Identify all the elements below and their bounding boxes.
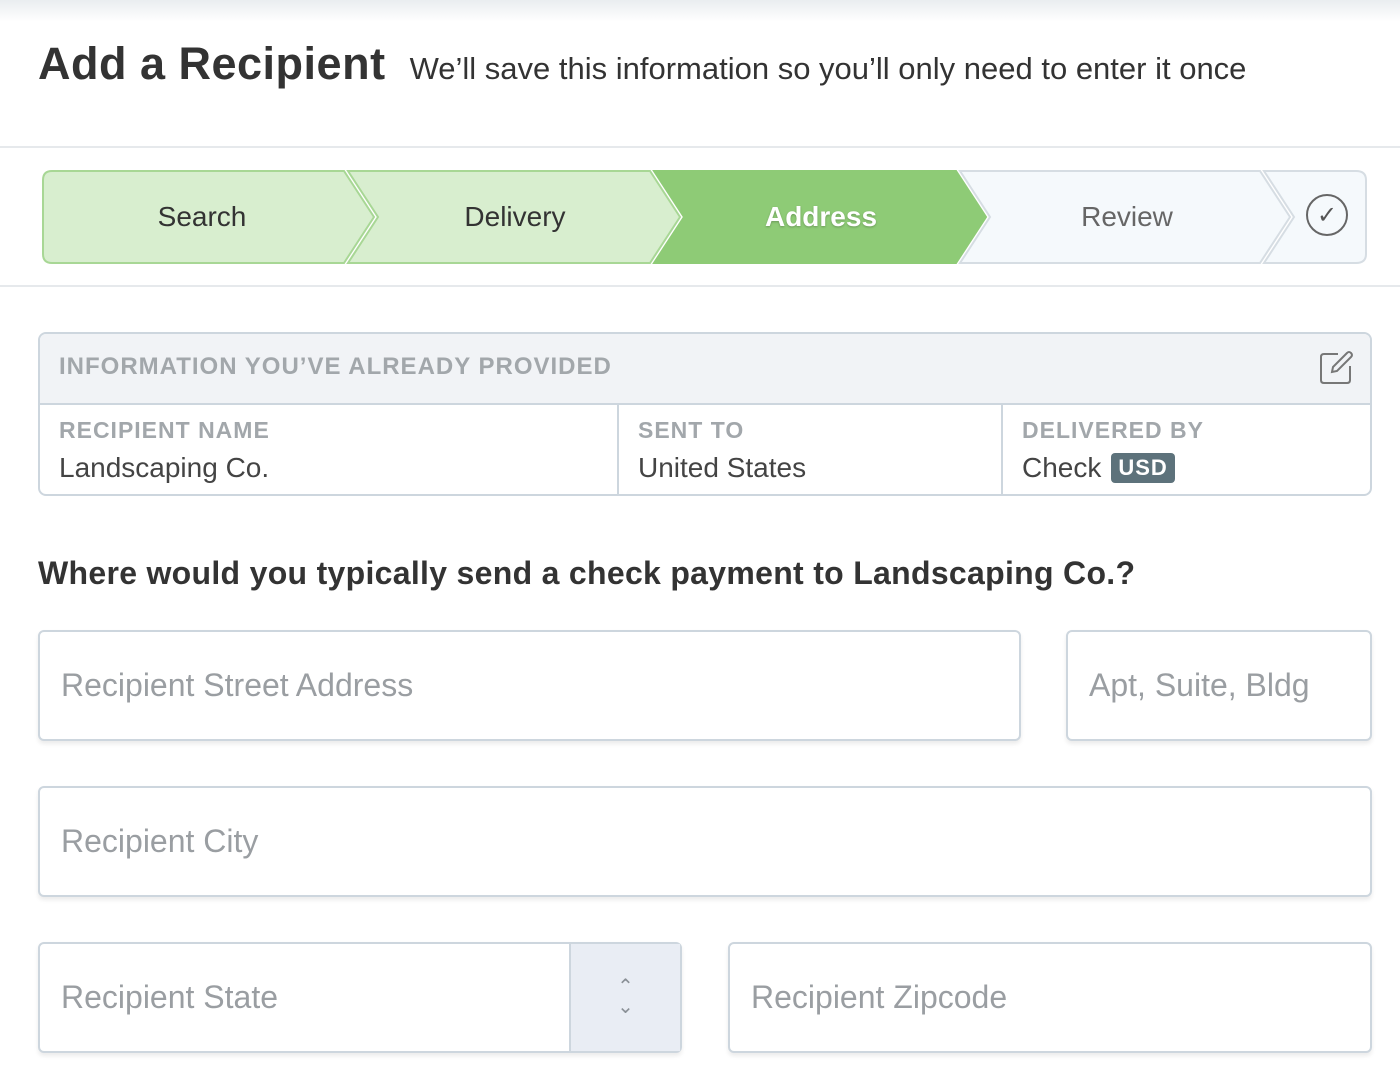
top-shadow <box>0 0 1400 22</box>
zipcode-field <box>728 942 1372 1053</box>
zipcode-input[interactable] <box>730 944 1370 1051</box>
cell-value: Landscaping Co. <box>59 452 598 484</box>
currency-badge: USD <box>1111 453 1175 483</box>
cell-value: United States <box>638 452 982 484</box>
city-field <box>38 786 1372 897</box>
page-header: Add a Recipient We’ll save this informat… <box>38 38 1246 98</box>
page-subtitle: We’ll save this information so you’ll on… <box>409 51 1247 86</box>
chevron-down-icon: ⌄ <box>617 996 634 1018</box>
step-review: Review <box>1081 201 1173 232</box>
edit-icon[interactable] <box>1318 350 1354 386</box>
delivered-by-value: Check <box>1022 452 1102 483</box>
provided-info-panel: INFORMATION YOU’VE ALREADY PROVIDED RECI… <box>38 332 1372 496</box>
city-input[interactable] <box>40 788 1370 895</box>
apt-suite-input[interactable] <box>1068 632 1370 739</box>
street-address-field <box>38 630 1021 741</box>
progress-steps: Search Delivery Address Review ✓ <box>42 170 1367 264</box>
cell-label: DELIVERED BY <box>1022 417 1204 443</box>
provided-info-heading: INFORMATION YOU’VE ALREADY PROVIDED <box>59 353 612 380</box>
divider <box>0 146 1400 148</box>
provided-info-header: INFORMATION YOU’VE ALREADY PROVIDED <box>40 334 1370 405</box>
recipient-name-value: Landscaping Co. <box>59 452 270 483</box>
step-search[interactable]: Search <box>42 170 362 264</box>
cell-label: RECIPIENT NAME <box>59 417 270 443</box>
cell-value: Check USD <box>1022 452 1351 484</box>
cell-label: SENT TO <box>638 417 745 443</box>
page-title: Add a Recipient <box>38 38 386 89</box>
info-cell-recipient-name: RECIPIENT NAME Landscaping Co. <box>40 405 619 494</box>
address-question: Where would you typically send a check p… <box>38 555 1136 591</box>
info-cell-sent-to: SENT TO United States <box>619 405 1003 494</box>
state-select[interactable]: ⌃ ⌄ <box>38 942 682 1053</box>
divider <box>0 285 1400 287</box>
provided-info-row: RECIPIENT NAME Landscaping Co. SENT TO U… <box>40 405 1370 494</box>
check-circle-icon: ✓ <box>1306 194 1348 236</box>
apt-field <box>1066 630 1372 741</box>
step-delivery[interactable]: Delivery <box>362 170 668 264</box>
street-address-input[interactable] <box>40 632 1019 739</box>
sent-to-value: United States <box>638 452 807 483</box>
state-select-stepper[interactable]: ⌃ ⌄ <box>569 944 680 1051</box>
step-address[interactable]: Address <box>668 170 974 264</box>
info-cell-delivered-by: DELIVERED BY Check USD <box>1003 405 1370 494</box>
